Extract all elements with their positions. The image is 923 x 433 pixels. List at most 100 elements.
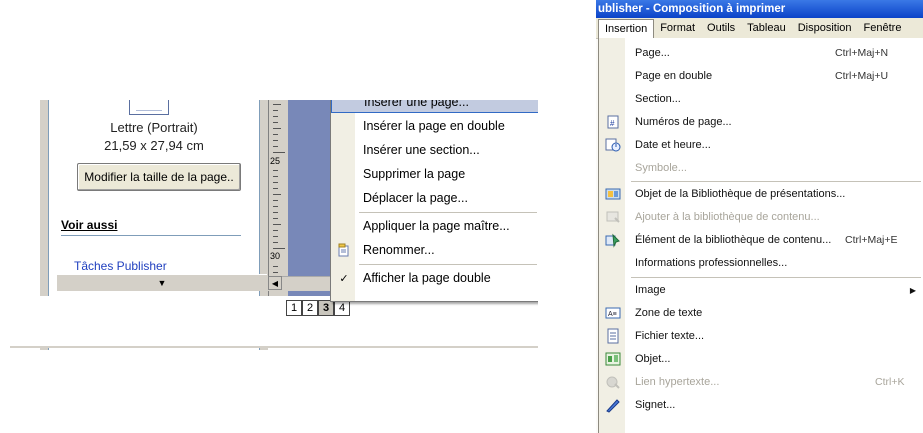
text-box-icon: A≡	[605, 305, 621, 321]
divider	[61, 235, 241, 236]
menu-item-label: Date et heure...	[635, 139, 711, 151]
menu-item-shortcut: Ctrl+Maj+N	[835, 47, 889, 59]
menu-item-content-library-item[interactable]: Élément de la bibliothèque de contenu...…	[599, 229, 923, 251]
menu-item-label: Insérer une page...	[364, 100, 469, 109]
menu-item-label: Page en double	[635, 70, 713, 82]
menu-item-section[interactable]: Section...	[599, 88, 923, 110]
triangle-down-icon: ▼	[157, 278, 167, 288]
menu-layout[interactable]: Disposition	[792, 19, 858, 37]
paper-size-name: Lettre (Portrait)	[110, 120, 198, 135]
menu-item-label: Zone de texte	[635, 307, 703, 319]
menu-item-label: Objet de la Bibliothèque de présentation…	[635, 188, 846, 200]
page-tab-3[interactable]: 3	[318, 300, 334, 316]
page-number-icon: #	[605, 114, 621, 130]
page-tab-4[interactable]: 4	[334, 300, 350, 316]
object-icon	[605, 351, 621, 367]
text-file-icon	[605, 328, 621, 344]
menu-item-business-information[interactable]: Informations professionnelles...	[599, 252, 923, 274]
menu-item-object[interactable]: Objet...	[599, 348, 923, 370]
insert-menu-screenshot: ublisher - Composition à imprimer Insert…	[596, 0, 923, 433]
menu-item-label: Renommer...	[363, 243, 435, 257]
menu-item-label: Supprimer la page	[363, 167, 466, 181]
menu-table[interactable]: Tableau	[741, 19, 792, 37]
menu-item-label: Insérer la page en double	[363, 119, 505, 133]
menu-item-apply-master-page[interactable]: Appliquer la page maître...	[331, 215, 538, 237]
menu-item-label: Appliquer la page maître...	[363, 219, 510, 233]
menu-separator	[631, 277, 921, 278]
ruler-number: 30	[270, 251, 281, 261]
menu-item-label: Section...	[635, 93, 681, 105]
triangle-left-icon: ◀	[271, 278, 279, 288]
menu-item-label: Lien hypertexte...	[635, 376, 720, 388]
menu-window[interactable]: Fenêtre	[858, 19, 908, 37]
menu-item-label: Numéros de page...	[635, 116, 732, 128]
publisher-tasks-link[interactable]: Tâches Publisher	[74, 259, 167, 273]
menu-item-label: Élément de la bibliothèque de contenu...	[635, 234, 832, 246]
svg-text:#: #	[610, 119, 615, 128]
menu-item-shortcut: Ctrl+Maj+U	[835, 70, 889, 82]
menu-tools[interactable]: Outils	[701, 19, 741, 37]
add-library-icon	[605, 209, 621, 225]
menu-item-shortcut: Ctrl+K	[875, 376, 905, 388]
publisher-page-panel: Lettre (Portrait) 21,59 x 27,94 cm Modif…	[10, 100, 538, 350]
menu-item-label: Déplacer la page...	[363, 191, 468, 205]
menu-item-text-file[interactable]: Fichier texte...	[599, 325, 923, 347]
content-library-icon	[605, 232, 621, 248]
design-gallery-icon	[605, 186, 621, 202]
menu-item-label: Ajouter à la bibliothèque de contenu...	[635, 211, 820, 223]
hyperlink-icon	[605, 374, 621, 390]
menu-item-picture[interactable]: Image ▶	[599, 279, 923, 301]
menu-item-duplicate-page[interactable]: Page en double Ctrl+Maj+U	[599, 65, 923, 87]
date-time-icon	[605, 137, 621, 153]
menu-separator	[359, 264, 537, 265]
menu-insertion[interactable]: Insertion	[598, 18, 655, 38]
menu-item-rename[interactable]: Renommer...	[331, 239, 538, 261]
menu-item-insert-duplicate-page[interactable]: Insérer la page en double	[331, 115, 538, 137]
menu-item-label: Insérer une section...	[363, 143, 480, 157]
page-tab-2[interactable]: 2	[302, 300, 318, 316]
change-page-size-button[interactable]: Modifier la taille de la page..	[77, 163, 241, 191]
menu-item-label: Image	[635, 284, 666, 296]
vertical-ruler: 25 30	[268, 100, 289, 296]
menu-item-label: Afficher la page double	[363, 271, 491, 285]
page-size-thumbnail[interactable]	[129, 100, 169, 115]
menu-item-label: Fichier texte...	[635, 330, 705, 342]
paper-size-dimensions: 21,59 x 27,94 cm	[104, 138, 204, 153]
menu-item-insert-section[interactable]: Insérer une section...	[331, 139, 538, 161]
menu-item-page[interactable]: Page... Ctrl+Maj+N	[599, 42, 923, 64]
menu-item-page-numbers[interactable]: # Numéros de page...	[599, 111, 923, 133]
page-tab-1[interactable]: 1	[286, 300, 302, 316]
bookmark-icon	[605, 397, 621, 413]
menu-item-label: Informations professionnelles...	[635, 257, 788, 269]
menu-item-label: Page...	[635, 47, 670, 59]
menu-item-insert-page[interactable]: Insérer une page...	[331, 100, 538, 113]
menu-item-move-page[interactable]: Déplacer la page...	[331, 187, 538, 209]
menu-separator	[631, 181, 921, 182]
menu-item-symbol[interactable]: Symbole...	[599, 157, 923, 179]
menu-item-text-box[interactable]: A≡ Zone de texte	[599, 302, 923, 324]
menu-item-label: Symbole...	[635, 162, 687, 174]
checkmark-icon: ✓	[339, 272, 349, 285]
submenu-arrow-icon: ▶	[909, 285, 916, 295]
menu-item-delete-page[interactable]: Supprimer la page	[331, 163, 538, 185]
svg-text:A≡: A≡	[608, 311, 617, 318]
menu-item-date-time[interactable]: Date et heure...	[599, 134, 923, 156]
menu-item-show-double-page[interactable]: ✓ Afficher la page double	[331, 267, 538, 289]
menu-item-hyperlink[interactable]: Lien hypertexte... Ctrl+K	[599, 371, 923, 393]
pane-scroll-down-button[interactable]: ▼	[57, 274, 267, 291]
menu-format[interactable]: Format	[654, 19, 701, 37]
scroll-left-button[interactable]: ◀	[268, 276, 282, 290]
page-navigation-bar	[10, 296, 538, 346]
menu-item-label: Objet...	[635, 353, 671, 365]
menu-item-design-gallery-object[interactable]: Objet de la Bibliothèque de présentation…	[599, 183, 923, 205]
menu-separator	[359, 212, 537, 213]
insert-dropdown-menu: Page... Ctrl+Maj+N Page en double Ctrl+M…	[598, 38, 923, 433]
see-also-heading: Voir aussi	[61, 218, 118, 232]
divider	[10, 346, 538, 348]
page-context-menu: Insérer une page... Insérer la page en d…	[330, 100, 538, 302]
window-title: ublisher - Composition à imprimer	[596, 0, 923, 18]
menu-item-bookmark[interactable]: Signet...	[599, 394, 923, 416]
menu-item-add-to-content-library[interactable]: Ajouter à la bibliothèque de contenu...	[599, 206, 923, 228]
rename-icon	[337, 243, 351, 257]
menu-bar: Insertion Format Outils Tableau Disposit…	[596, 18, 923, 39]
